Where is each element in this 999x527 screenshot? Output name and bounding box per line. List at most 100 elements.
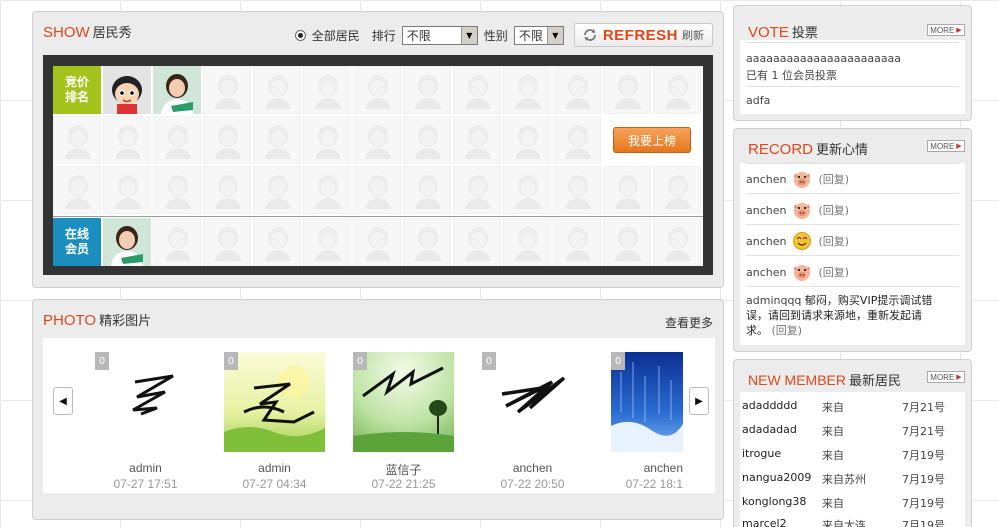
member-name[interactable]: konglong38 (742, 495, 806, 508)
user-silhouette-icon (365, 175, 391, 209)
member-date: 7月19号 (902, 497, 945, 510)
photo-thumbnail[interactable] (482, 352, 583, 452)
user-silhouette-icon (215, 175, 241, 209)
reply-link[interactable]: (回复) (818, 233, 849, 249)
member-from: 来自太连 (822, 519, 866, 527)
member-name[interactable]: nangua2009 (742, 471, 811, 484)
record-row: anchen (回复) (746, 260, 849, 284)
user-silhouette-icon (265, 227, 291, 261)
avatar-placeholder (403, 66, 451, 114)
photo-time: 07-27 17:51 (113, 477, 178, 491)
reply-link[interactable]: (回复) (818, 202, 849, 218)
record-row: anchen (回复) (746, 167, 849, 191)
photo-user[interactable]: anchen (482, 461, 583, 475)
photo-item[interactable]: 0 anchen 07-22 18:1 (611, 352, 683, 492)
avatar-placeholder (603, 218, 651, 266)
gender-select[interactable]: 不限 ▼ (513, 25, 564, 45)
photo-time: 07-22 21:25 (371, 477, 436, 491)
avatar-placeholder (403, 218, 451, 266)
rank-select[interactable]: 不限 ▼ (401, 25, 478, 45)
member-row: adadadad 来自 7月21号 (742, 423, 963, 439)
divider (746, 163, 959, 164)
more-label: MORE (930, 25, 955, 35)
photo-item[interactable]: 0 admin 07-27 17:51 (95, 352, 210, 492)
avatar-online-photo[interactable] (103, 218, 151, 266)
all-residents-radio[interactable] (294, 29, 306, 41)
avatar-placeholder (653, 218, 701, 266)
photo-user[interactable]: 蓝信子 (353, 461, 454, 478)
record-user[interactable]: anchen (746, 204, 786, 217)
record-user[interactable]: adminqqq (746, 294, 801, 307)
avatar-placeholder (203, 66, 251, 114)
photo-user[interactable]: anchen (611, 461, 683, 475)
photo-more-link[interactable]: 查看更多 (665, 314, 713, 331)
photo-time: 07-22 20:50 (500, 477, 565, 491)
vote-item[interactable]: adfa (746, 94, 770, 107)
user-silhouette-icon (465, 75, 491, 109)
show-title-en: SHOW (43, 24, 90, 41)
user-silhouette-icon (165, 175, 191, 209)
user-silhouette-icon (615, 75, 641, 109)
member-name[interactable]: adaddddd (742, 399, 797, 412)
record-user[interactable]: anchen (746, 173, 786, 186)
refresh-button[interactable]: REFRESH 刷新 (573, 23, 713, 47)
show-filter-bar: 全部居民 排行 不限 ▼ 性别 不限 ▼ REFRESH 刷新 (294, 23, 713, 47)
avatar-placeholder (153, 218, 201, 266)
photo-user[interactable]: admin (95, 461, 196, 475)
woman-avatar-icon (103, 218, 151, 266)
photo-thumbnail[interactable] (224, 352, 325, 452)
avatar-placeholder (353, 66, 401, 114)
online-members-text: 在线 会员 (64, 227, 89, 256)
member-title-en: NEW MEMBER (748, 372, 846, 388)
member-name[interactable]: itrogue (742, 447, 781, 460)
carousel-prev-button[interactable]: ◀ (53, 387, 73, 415)
avatar-placeholder (153, 116, 201, 164)
avatar-placeholder (453, 218, 501, 266)
user-silhouette-icon (315, 75, 341, 109)
photo-item[interactable]: 0 anchen 07-22 20:50 (482, 352, 597, 492)
user-silhouette-icon (215, 75, 241, 109)
record-user[interactable]: anchen (746, 235, 786, 248)
vote-panel: VOTE 投票 MORE ▶ aaaaaaaaaaaaaaaaaaaaaaa 已有 … (733, 5, 972, 121)
avatar-cartoon[interactable] (103, 66, 151, 114)
avatar-placeholder (53, 166, 101, 214)
photo-item[interactable]: 0 admin 07-27 04:34 (224, 352, 339, 492)
user-silhouette-icon (665, 227, 691, 261)
avatar-photo[interactable] (153, 66, 201, 114)
triangle-right-icon: ▶ (956, 143, 962, 150)
reply-link[interactable]: (回复) (772, 324, 803, 337)
user-silhouette-icon (515, 125, 541, 159)
user-silhouette-icon (615, 227, 641, 261)
arrow-left-icon: ◀ (59, 395, 67, 407)
join-ranking-button[interactable]: 我要上榜 (613, 127, 691, 153)
member-name[interactable]: marcel2 (742, 517, 787, 527)
member-name[interactable]: adadadad (742, 423, 797, 436)
record-more-button[interactable]: MORE ▶ (927, 140, 965, 152)
record-user[interactable]: anchen (746, 266, 786, 279)
triangle-right-icon: ▶ (956, 374, 962, 381)
user-silhouette-icon (315, 125, 341, 159)
photo-thumbnail[interactable] (353, 352, 454, 452)
avatar-placeholder (353, 218, 401, 266)
avatar-placeholder (203, 166, 251, 214)
avatar-placeholder (503, 218, 551, 266)
record-row: anchen (回复) (746, 229, 849, 253)
photo-carousel: ◀ ▶ 0 admin 07-27 17:51 0 admin 07-27 04… (43, 338, 715, 493)
vote-more-button[interactable]: MORE ▶ (927, 24, 965, 36)
record-title-en: RECORD (748, 141, 814, 158)
photo-user[interactable]: admin (224, 461, 325, 475)
member-more-button[interactable]: MORE ▶ (927, 371, 965, 383)
user-silhouette-icon (515, 75, 541, 109)
photo-thumbnail[interactable] (95, 352, 196, 452)
refresh-icon (583, 29, 596, 41)
reply-link[interactable]: (回复) (818, 171, 849, 187)
vote-question[interactable]: aaaaaaaaaaaaaaaaaaaaaaa (746, 52, 901, 65)
resident-grid: 竞价 排名 在线 会员 我要上榜 (53, 66, 703, 266)
triangle-right-icon: ▶ (956, 27, 962, 34)
member-date: 7月19号 (902, 519, 945, 527)
reply-link[interactable]: (回复) (818, 264, 849, 280)
carousel-next-button[interactable]: ▶ (689, 387, 709, 415)
photo-item[interactable]: 0 蓝信子 07-22 21:25 (353, 352, 468, 492)
photo-count-badge: 0 (95, 352, 109, 370)
user-silhouette-icon (465, 227, 491, 261)
